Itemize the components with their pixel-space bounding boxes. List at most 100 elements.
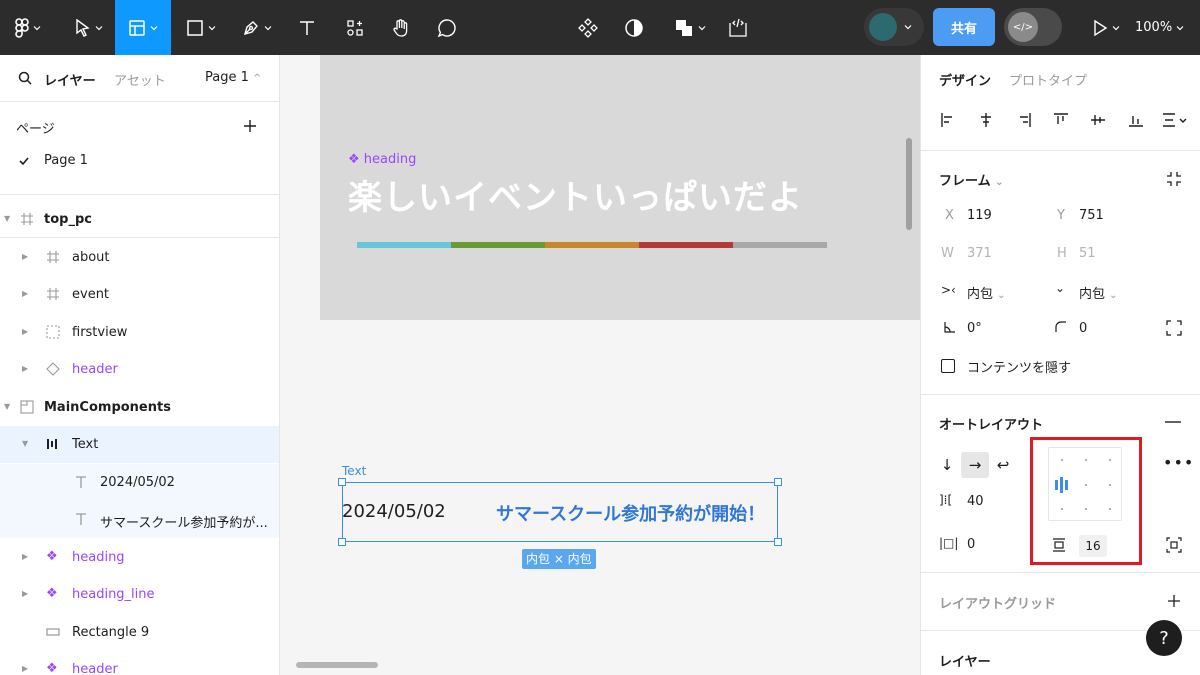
layer-about[interactable]: ▶ about — [0, 239, 279, 276]
tab-design[interactable]: デザイン — [939, 70, 991, 89]
collapse-arrow-icon[interactable]: ▶ — [22, 664, 28, 673]
remove-auto-layout-icon[interactable] — [1165, 421, 1181, 423]
dev-resources-button[interactable] — [724, 0, 752, 55]
align-horizontal-center-icon[interactable] — [977, 111, 995, 129]
expand-arrow-icon[interactable]: ▼ — [4, 402, 10, 411]
heading-line[interactable] — [357, 242, 827, 248]
individual-padding-icon[interactable] — [1166, 537, 1182, 553]
mask-button[interactable] — [620, 0, 648, 55]
pen-tool-button[interactable] — [234, 0, 280, 55]
align-right-icon[interactable] — [1015, 111, 1033, 129]
resources-button[interactable] — [340, 0, 370, 55]
tab-layers[interactable]: レイヤー — [44, 70, 96, 89]
independent-corners-icon[interactable] — [1166, 320, 1182, 336]
collapse-arrow-icon[interactable]: ▶ — [22, 589, 28, 598]
comment-tool-button[interactable] — [432, 0, 462, 55]
height-resize-icon: ⌄ — [1055, 281, 1066, 295]
notice-text[interactable]: サマースクール参加予約が開始！ — [496, 500, 765, 526]
page-selector[interactable]: Page 1 ^ — [205, 70, 261, 85]
text-tool-button[interactable] — [292, 0, 322, 55]
x-input[interactable]: 119 — [967, 208, 992, 223]
layer-firstview[interactable]: ▶ firstview — [0, 314, 279, 351]
dev-mode-toggle[interactable]: </> — [1004, 8, 1062, 46]
horizontal-padding-input[interactable]: 0 — [967, 537, 975, 552]
help-button[interactable]: ? — [1146, 620, 1182, 656]
align-left-icon[interactable] — [939, 111, 957, 129]
pages-header: ページ — [0, 102, 279, 147]
layer-event[interactable]: ▶ event — [0, 276, 279, 313]
layer-maincomponents[interactable]: ▼ MainComponents — [0, 389, 279, 426]
collapse-arrow-icon[interactable]: ▶ — [22, 289, 28, 298]
component-tool-button[interactable] — [574, 0, 602, 55]
direction-wrap-button[interactable]: ↩ — [989, 452, 1017, 478]
page-item-page-1[interactable]: Page 1 — [0, 147, 279, 195]
align-vertical-center-icon[interactable] — [1089, 111, 1107, 129]
corner-radius-input[interactable]: 0 — [1079, 321, 1087, 336]
width-mode-dropdown[interactable]: 内包 ⌄ — [967, 283, 1006, 302]
instance-icon — [46, 362, 60, 376]
gap-input[interactable]: 40 — [967, 494, 984, 509]
date-text[interactable]: 2024/05/02 — [342, 501, 446, 522]
resize-handle-bottom-right[interactable] — [774, 538, 782, 546]
heading-text[interactable]: 楽しいイベントいっぱいだよ — [348, 170, 803, 219]
add-page-icon[interactable] — [243, 119, 257, 133]
tab-assets[interactable]: アセット — [114, 70, 166, 89]
add-layout-grid-icon[interactable] — [1167, 594, 1181, 608]
resize-handle-top-left[interactable] — [338, 478, 346, 486]
tab-prototype[interactable]: プロトタイプ — [1009, 70, 1087, 89]
resize-handle-bottom-left[interactable] — [338, 538, 346, 546]
text-icon — [76, 476, 86, 488]
layer-label: about — [72, 250, 110, 265]
vertical-scrollbar[interactable] — [906, 138, 912, 230]
expand-arrow-icon[interactable]: ▼ — [4, 214, 10, 223]
multiplayer-avatar-button[interactable] — [864, 8, 924, 46]
frame-tool-button[interactable] — [115, 0, 171, 55]
clip-content-checkbox[interactable] — [941, 359, 955, 373]
main-menu-button[interactable] — [8, 0, 48, 55]
more-options-icon[interactable]: ••• — [1163, 453, 1194, 472]
collapse-arrow-icon[interactable]: ▶ — [22, 252, 28, 261]
height-mode-dropdown[interactable]: 内包 ⌄ — [1079, 283, 1118, 302]
layer-label: header — [72, 662, 118, 675]
h-input[interactable]: 51 — [1079, 246, 1096, 261]
search-icon[interactable] — [18, 71, 32, 85]
collapse-arrow-icon[interactable]: ▶ — [22, 552, 28, 561]
layer-rectangle-9[interactable]: Rectangle 9 — [0, 614, 279, 651]
collapse-arrow-icon[interactable]: ▶ — [22, 327, 28, 336]
layer-date-text[interactable]: 2024/05/02 — [0, 464, 279, 501]
resize-to-fit-icon[interactable] — [1165, 170, 1183, 188]
layer-header-instance[interactable]: ▶ header — [0, 351, 279, 388]
move-tool-button[interactable] — [66, 0, 112, 55]
collapse-arrow-icon[interactable]: ▶ — [22, 364, 28, 373]
expand-arrow-icon[interactable]: ▼ — [22, 439, 28, 448]
canvas[interactable]: ❖ heading 楽しいイベントいっぱいだよ Text 2024/05/02 … — [280, 55, 920, 675]
rotation-input[interactable]: 0° — [967, 321, 982, 336]
present-button[interactable] — [1086, 0, 1126, 55]
y-input[interactable]: 751 — [1079, 208, 1104, 223]
layer-heading-line[interactable]: ▶ ❖ heading_line — [0, 576, 279, 613]
horizontal-scrollbar[interactable] — [296, 662, 378, 668]
boolean-button[interactable] — [668, 0, 712, 55]
layer-heading[interactable]: ▶ ❖ heading — [0, 539, 279, 576]
align-top-icon[interactable] — [1052, 111, 1070, 129]
direction-horizontal-button[interactable]: → — [961, 452, 989, 478]
text-icon — [76, 513, 86, 525]
frame-section-title[interactable]: フレーム ⌄ — [939, 170, 1004, 189]
layer-text-frame[interactable]: ▼ Text — [0, 426, 279, 463]
hand-tool-button[interactable] — [386, 0, 416, 55]
layer-notice-text[interactable]: サマースクール参加予約が... — [0, 501, 279, 538]
pen-icon — [243, 20, 258, 35]
resize-handle-top-right[interactable] — [774, 478, 782, 486]
layer-top-pc[interactable]: ▼ top_pc — [0, 201, 279, 238]
share-button[interactable]: 共有 — [933, 8, 995, 46]
align-bottom-icon[interactable] — [1127, 111, 1145, 129]
shape-tool-button[interactable] — [178, 0, 224, 55]
text-tool-icon — [300, 20, 314, 35]
distribute-icon[interactable] — [1161, 111, 1187, 129]
direction-vertical-button[interactable]: ↓ — [933, 452, 961, 478]
layer-header-component[interactable]: ▶ ❖ header — [0, 651, 279, 675]
text-frame-label[interactable]: Text — [342, 464, 366, 478]
zoom-dropdown[interactable]: 100% — [1135, 0, 1184, 55]
heading-component-label[interactable]: ❖ heading — [348, 152, 416, 167]
w-input[interactable]: 371 — [967, 246, 992, 261]
